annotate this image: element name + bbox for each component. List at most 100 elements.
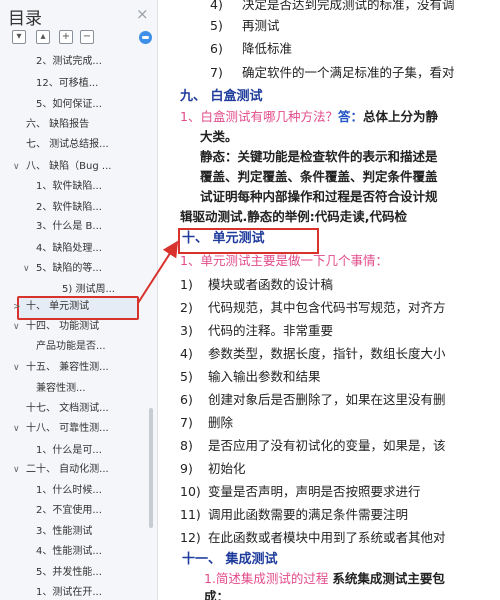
list-item: 变量是否声明，声明是否按照要求进行 [208, 484, 421, 499]
toc-item-label: 八、 缺陷（Bug ... [26, 161, 112, 172]
toc-item[interactable]: 3、性能测试 [0, 522, 157, 542]
remove-icon[interactable]: − [80, 30, 94, 44]
list-item: 参数类型，数据长度，指针，数组长度大小 [208, 346, 446, 361]
list-item: 决定是否达到完成测试的标准，没有调 [242, 0, 455, 12]
toc-item-label: 5、缺陷的等... [36, 263, 102, 274]
list-item-num: 6) [210, 41, 223, 56]
add-icon[interactable]: + [59, 30, 73, 44]
list-item-num: 2) [180, 300, 193, 315]
expand-icon[interactable]: ▴ [36, 30, 50, 44]
toc-item-label: 4、性能测试... [36, 546, 102, 557]
toc-item-label: 产品功能是否... [36, 341, 106, 352]
list-item-num: 3) [180, 323, 193, 338]
toc-item-label: 二十、 自动化测... [26, 464, 109, 475]
chevron-right-icon[interactable]: > [13, 297, 21, 317]
chevron-down-icon[interactable]: ∨ [13, 358, 20, 378]
toc-item[interactable]: 4、缺陷处理... [0, 239, 157, 259]
toc-item-label: 3、什么是 B... [36, 221, 102, 232]
list-item: 在此函数或者模块中用到了系统或者其他对 [208, 530, 446, 545]
toc-item-label: 4、缺陷处理... [36, 243, 102, 254]
toc-item-label: 六、 缺陷报告 [26, 119, 90, 130]
toc-item[interactable]: 产品功能是否... [0, 337, 157, 357]
toc-item[interactable]: 1、软件缺陷... [0, 177, 157, 197]
toc-item[interactable]: 七、 测试总结报... [0, 135, 157, 155]
toc-item-label: 12、可移植... [36, 78, 99, 89]
chevron-down-icon[interactable]: ∨ [13, 460, 20, 480]
toc-item[interactable]: ∨ 八、 缺陷（Bug ... [0, 157, 157, 177]
toc-item[interactable]: 1、什么是可... [0, 441, 157, 461]
toc-item[interactable]: 2、软件缺陷... [0, 198, 157, 218]
toc-item[interactable]: 1、测试在开... [0, 583, 157, 600]
list-item: 调用此函数需要的满足条件需要注明 [208, 507, 409, 522]
toc-sidebar: 目录 × ▾ ▴ + − 2、测试完成... 12、可移植... 5、如何保证...… [0, 0, 158, 600]
list-item-num: 1) [180, 277, 193, 292]
answer-line: 静态：关键功能是检查软件的表示和描述是 [200, 149, 438, 164]
toc-item-label: 3、性能测试 [36, 526, 93, 537]
toc-item[interactable]: 1、什么时候... [0, 481, 157, 501]
answer-line: 辑驱动测试.静态的举例:代码走读,代码检 [180, 209, 407, 224]
answer-text: 系统集成测试主要包 [332, 571, 445, 586]
toc-item[interactable]: ∨ 十四、 功能测试 [0, 317, 157, 337]
list-item-num: 5) [180, 369, 193, 384]
list-item: 再测试 [242, 18, 280, 33]
collapse-icon[interactable]: ▾ [12, 30, 26, 44]
toc-item-label: 十四、 功能测试 [26, 321, 100, 332]
ai-assistant-icon[interactable] [139, 31, 152, 44]
list-item: 输入输出参数和结果 [208, 369, 321, 384]
list-item-num: 11) [180, 507, 201, 522]
toc-item[interactable]: 5、如何保证... [0, 95, 157, 115]
heading-white-box-test: 九、 白盒测试 [180, 89, 263, 104]
question-unit-test: 1、单元测试主要是做一下几个事情： [180, 253, 388, 268]
answer-line: 试证明每种内部操作和过程是否符合设计规 [200, 189, 438, 204]
document-body: 4) 决定是否达到完成测试的标准，没有调 5) 再测试 6) 降低标准 7) 确… [160, 0, 500, 600]
list-item-num: 4) [180, 346, 193, 361]
toc-item[interactable]: ∨ 十八、 可靠性测... [0, 419, 157, 439]
toc-item[interactable]: 3、什么是 B... [0, 217, 157, 237]
list-item-num: 7) [180, 415, 193, 430]
toc-item-active[interactable]: > 十、 单元测试 [0, 297, 157, 317]
toc-item[interactable]: ∨ 二十、 自动化测... [0, 460, 157, 480]
toc-item[interactable]: 六、 缺陷报告 [0, 115, 157, 135]
list-item: 删除 [208, 415, 234, 430]
toc-item-label: 十、 单元测试 [26, 301, 90, 312]
toc-item-label: 1、软件缺陷... [36, 181, 102, 192]
toc-item-label: 1、什么是可... [36, 445, 102, 456]
close-icon[interactable]: × [136, 5, 149, 23]
sidebar-scrollbar[interactable] [149, 408, 153, 528]
toc-title: 目录 [8, 9, 42, 29]
toc-item[interactable]: 2、测试完成... [0, 52, 157, 72]
chevron-down-icon[interactable]: ∨ [13, 419, 20, 439]
answer-line: 大类。 [200, 129, 238, 144]
toc-item[interactable]: 5、并发性能... [0, 563, 157, 583]
list-item: 是否应用了没有初试化的变量，如果是，该 [208, 438, 446, 453]
list-item: 确定软件的一个满足标准的子集，看对 [242, 65, 455, 80]
toc-item-label: 十五、 兼容性测... [26, 362, 109, 373]
list-item: 代码的注释。非常重要 [208, 323, 334, 338]
answer-label: 答： [337, 109, 363, 124]
list-item: 初始化 [208, 461, 246, 476]
question-text: 1、白盒测试有哪几种方法？ [180, 109, 338, 124]
chevron-down-icon[interactable]: ∨ [13, 317, 20, 337]
toc-item-label: 5、如何保证... [36, 99, 102, 110]
toc-item[interactable]: 兼容性测... [0, 379, 157, 399]
chevron-down-icon[interactable]: ∨ [13, 157, 20, 177]
answer-line: 覆盖、判定覆盖、条件覆盖、判定条件覆盖 [200, 169, 438, 184]
list-item-num: 12) [180, 530, 201, 545]
list-item-num: 7) [210, 65, 223, 80]
toc-item[interactable]: 12、可移植... [0, 74, 157, 94]
toc-item[interactable]: 4、性能测试... [0, 542, 157, 562]
toc-item[interactable]: ∨ 十五、 兼容性测... [0, 358, 157, 378]
list-item: 模块或者函数的设计稿 [208, 277, 334, 292]
toc-item-label: 2、不宜使用... [36, 505, 102, 516]
list-item-num: 4) [210, 0, 223, 12]
toc-item-label: 十七、 文档测试... [26, 403, 109, 414]
toc-item[interactable]: 十七、 文档测试... [0, 399, 157, 419]
toc-item[interactable]: 2、不宜使用... [0, 501, 157, 521]
toc-item[interactable]: ∨ 5、缺陷的等... [0, 259, 157, 279]
toc-item-label: 七、 测试总结报... [26, 139, 109, 150]
list-item-num: 10) [180, 484, 201, 499]
chevron-down-icon[interactable]: ∨ [23, 259, 30, 279]
list-item: 降低标准 [242, 41, 293, 56]
answer-line: 成： [204, 589, 230, 600]
list-item-num: 5) [210, 18, 223, 33]
